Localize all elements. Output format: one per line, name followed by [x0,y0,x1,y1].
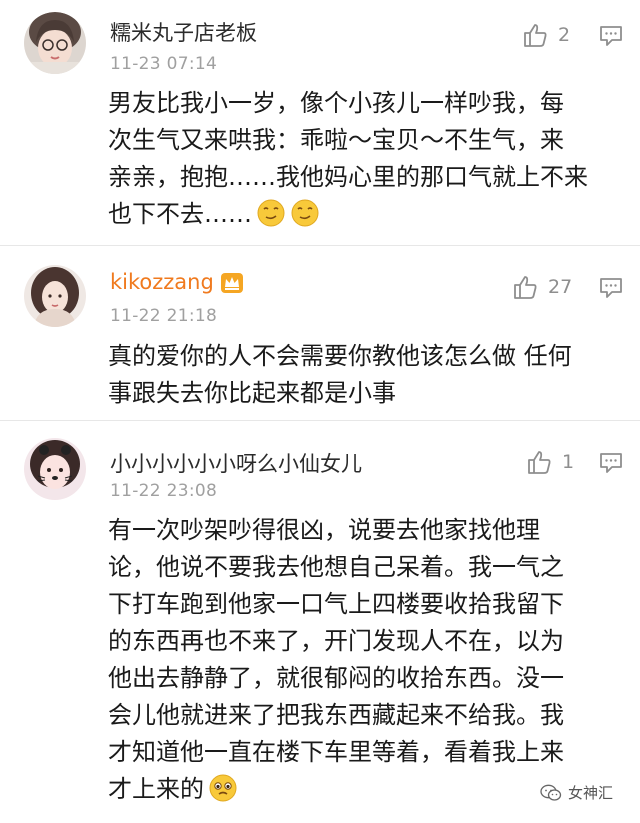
username[interactable]: 糯米丸子店老板 [110,17,257,47]
thumbs-up-icon [514,276,537,299]
like-count: 27 [548,276,573,298]
timestamp: 11-23 07:14 [110,54,218,74]
thumbs-up-icon [524,24,547,47]
timestamp: 11-22 21:18 [110,306,218,326]
text-line: 论，他说不要我去他想自己呆着。我一气之 [108,553,564,581]
thumbs-up-icon [528,451,551,474]
comment-icon[interactable] [599,452,623,474]
timestamp: 11-22 23:08 [110,481,218,501]
text-line: 有一次吵架吵得很凶，说要去他家找他理 [108,516,540,544]
smirk-emoji [291,199,319,227]
text-line: 事跟失去你比起来都是小事 [108,379,396,407]
like-button[interactable]: 27 [512,274,572,300]
wechat-icon [540,784,562,801]
username-text: kikozzang [110,270,214,294]
watermark-text: 女神汇 [568,784,614,802]
text-line: 会儿他就进来了把我东西藏起来不给我。我 [108,701,564,729]
text-line: 下打车跑到他家一口气上四楼要收拾我留下 [108,590,564,618]
like-count: 2 [558,24,571,46]
username[interactable]: 小小小小小小呀么小仙女儿 [110,448,362,478]
comment-text: 有一次吵架吵得很凶，说要去他家找他理 论，他说不要我去他想自己呆着。我一气之 下… [108,512,618,808]
avatar[interactable] [24,12,86,74]
like-button[interactable]: 2 [522,22,570,48]
text-line: 真的爱你的人不会需要你教他该怎么做 任何 [108,342,572,370]
smirk-emoji [257,199,285,227]
text-line: 的东西再也不来了，开门发现人不在，以为 [108,627,564,655]
text-line: 才上来的 [108,775,204,803]
comment-icon[interactable] [599,277,623,299]
comment-icon[interactable] [599,25,623,47]
text-line: 才知道他一直在楼下车里等着，看着我上来 [108,738,564,766]
comment-text: 真的爱你的人不会需要你教他该怎么做 任何 事跟失去你比起来都是小事 [108,338,618,412]
avatar[interactable] [24,265,86,327]
username[interactable]: kikozzang [110,270,244,294]
avatar[interactable] [24,438,86,500]
text-line: 他出去静静了，就很郁闷的收拾东西。没一 [108,664,564,692]
text-line: 次生气又来哄我：乖啦～宝贝～不生气，来 [108,126,564,154]
comment-text: 男友比我小一岁，像个小孩儿一样吵我，每 次生气又来哄我：乖啦～宝贝～不生气，来 … [108,85,618,233]
pleading-emoji [209,774,237,802]
like-count: 1 [562,451,575,473]
text-line-last: 也下不去…… [108,196,618,233]
text-line: 男友比我小一岁，像个小孩儿一样吵我，每 [108,89,564,117]
crown-icon [220,273,243,293]
text-line: 也下不去…… [108,200,252,228]
like-button[interactable]: 1 [526,449,574,475]
text-line: 亲亲，抱抱……我他妈心里的那口气就上不来 [108,163,588,191]
divider [0,420,640,421]
divider [0,245,640,246]
watermark: 女神汇 [540,782,613,803]
